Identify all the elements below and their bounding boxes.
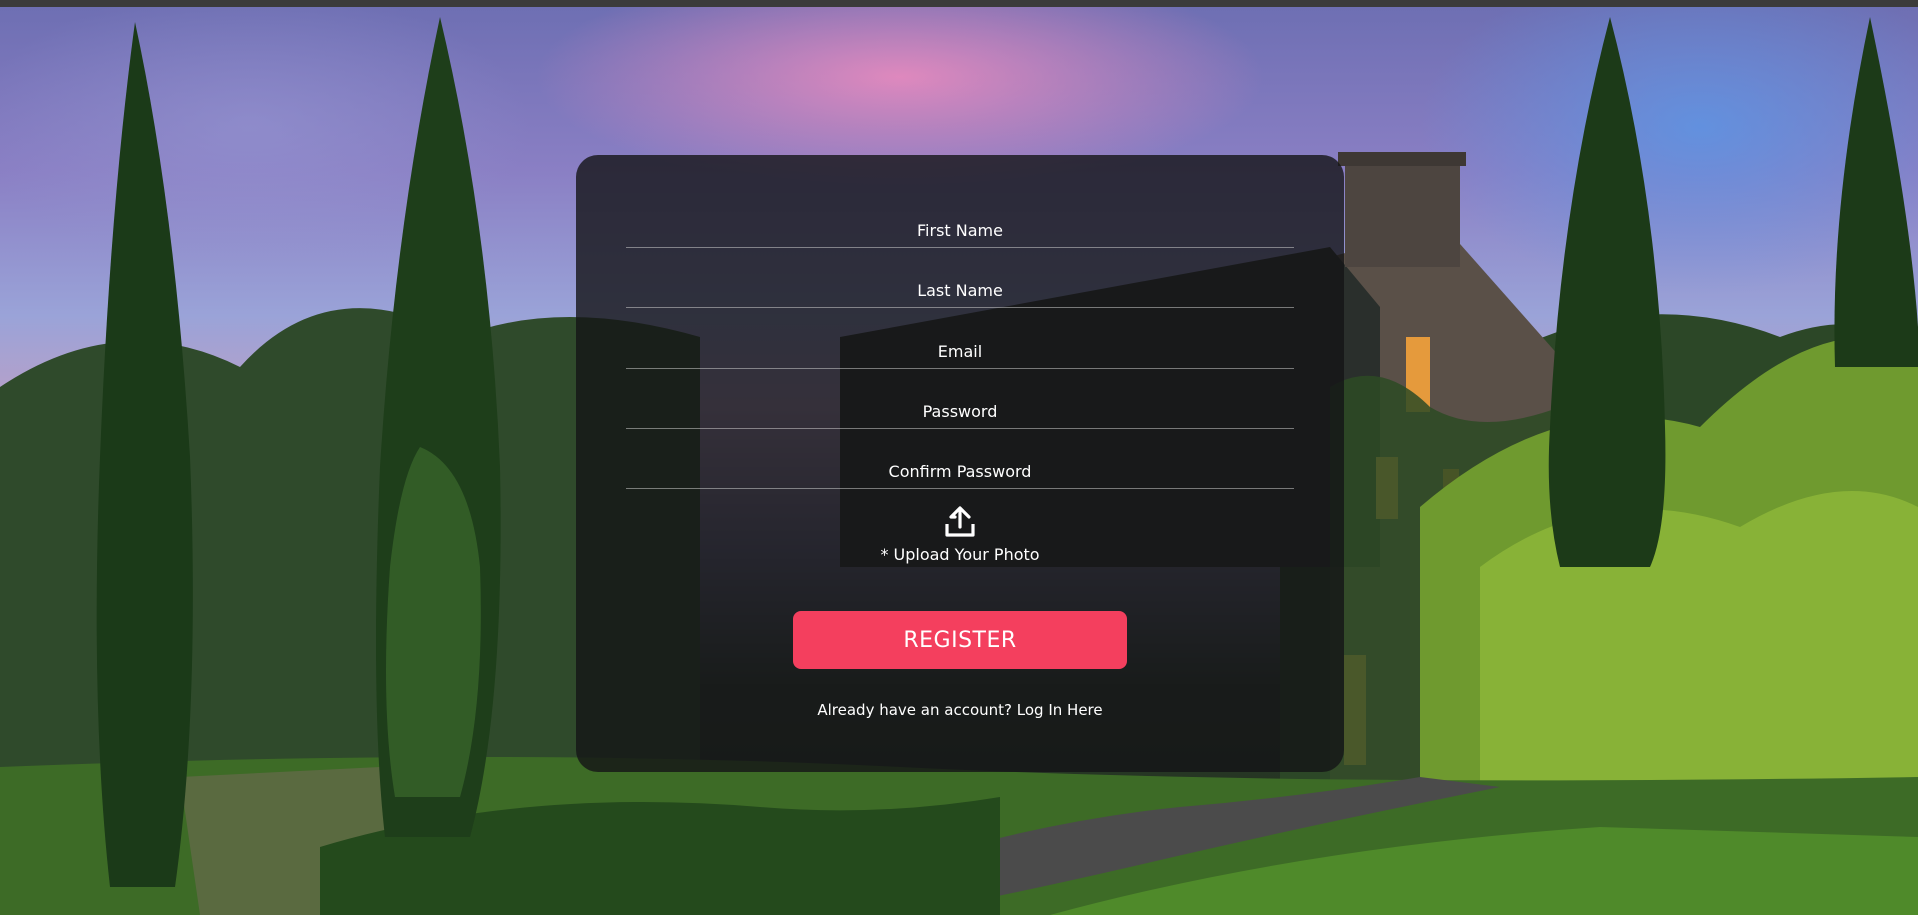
login-prompt-text: Already have an account? xyxy=(817,701,1012,719)
register-card: * Upload Your Photo REGISTER Already hav… xyxy=(576,155,1344,772)
upload-icon xyxy=(945,506,975,537)
last-name-input[interactable] xyxy=(626,258,1294,312)
email-field xyxy=(626,319,1294,373)
upload-photo-button[interactable]: * Upload Your Photo xyxy=(860,505,1060,575)
page: * Upload Your Photo REGISTER Already hav… xyxy=(0,0,1918,915)
register-button[interactable]: REGISTER xyxy=(793,611,1127,669)
confirm-password-input[interactable] xyxy=(626,439,1294,493)
top-bar xyxy=(0,0,1918,7)
confirm-password-field xyxy=(626,439,1294,493)
password-input[interactable] xyxy=(626,379,1294,433)
first-name-input[interactable] xyxy=(626,198,1294,252)
password-field xyxy=(626,379,1294,433)
login-prompt: Already have an account? Log In Here xyxy=(576,701,1344,719)
last-name-field xyxy=(626,258,1294,312)
upload-photo-label: * Upload Your Photo xyxy=(880,545,1040,564)
email-input[interactable] xyxy=(626,319,1294,373)
first-name-field xyxy=(626,198,1294,252)
login-link[interactable]: Log In Here xyxy=(1017,701,1103,719)
